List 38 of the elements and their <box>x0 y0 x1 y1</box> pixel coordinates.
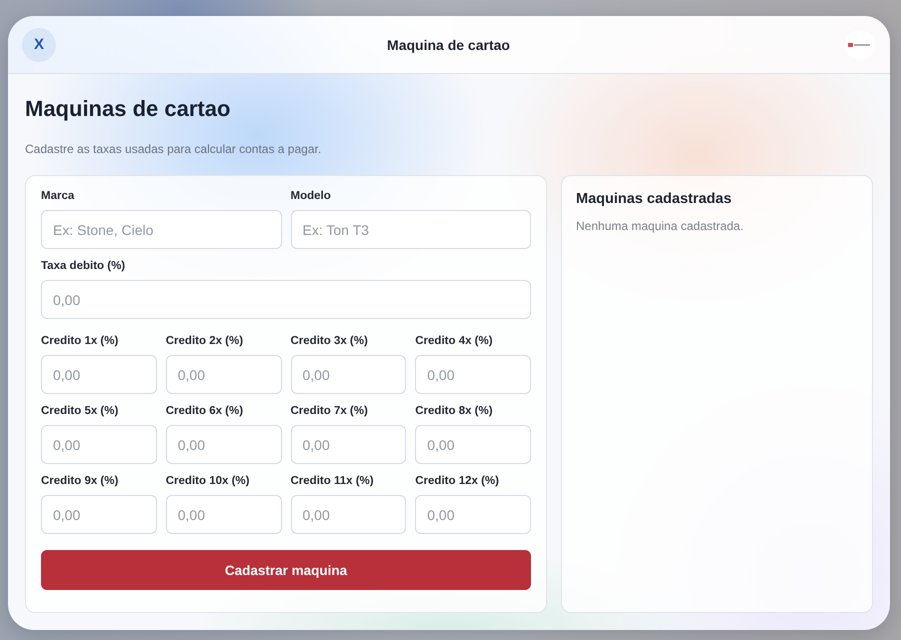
rate-field[interactable]: 0,00 <box>41 280 531 319</box>
rate-field[interactable]: 0,00 <box>41 425 157 464</box>
text-field[interactable]: Ex: Ton T3 <box>290 210 531 249</box>
field-label: Credito 8x (%) <box>415 404 494 419</box>
close-button[interactable]: X <box>22 28 56 62</box>
logo-icon <box>845 30 875 60</box>
field-label: Credito 12x (%) <box>415 474 500 489</box>
field-label: Credito 3x (%) <box>290 334 369 349</box>
rate-field[interactable]: 0,00 <box>290 495 406 534</box>
field-label: Credito 9x (%) <box>41 474 120 489</box>
rate-field[interactable]: 0,00 <box>166 495 282 534</box>
rate-field[interactable]: 0,00 <box>166 355 282 394</box>
field-label: Credito 2x (%) <box>166 334 244 349</box>
list-title: Maquinas cadastradas <box>576 190 733 208</box>
page-subtitle: Cadastre as taxas usadas para calcular contas a pagar. <box>25 141 322 157</box>
rate-field[interactable]: 0,00 <box>415 425 531 464</box>
field-label: Credito 5x (%) <box>41 404 120 419</box>
field-label: Credito 11x (%) <box>290 474 375 489</box>
field-label: Credito 1x (%) <box>41 334 120 349</box>
field-label: Credito 7x (%) <box>290 404 369 419</box>
rate-field[interactable]: 0,00 <box>41 355 157 394</box>
field-label: Modelo <box>290 189 332 204</box>
page-heading: Maquinas de cartao <box>25 95 232 123</box>
rate-field[interactable]: 0,00 <box>290 425 406 464</box>
rate-field[interactable]: 0,00 <box>41 495 157 534</box>
field-label: Credito 6x (%) <box>166 404 244 419</box>
empty-message: Nenhuma maquina cadastrada. <box>576 218 744 234</box>
rate-field[interactable]: 0,00 <box>290 355 406 394</box>
rate-field[interactable]: 0,00 <box>415 495 531 534</box>
field-label: Credito 10x (%) <box>166 474 250 489</box>
field-label: Taxa debito (%) <box>41 259 126 274</box>
rate-field[interactable]: 0,00 <box>415 355 531 394</box>
field-label: Marca <box>41 189 76 204</box>
window-title: Maquina de cartao <box>387 36 510 52</box>
text-field[interactable]: Ex: Stone, Cielo <box>41 210 282 249</box>
submit-button[interactable]: Cadastrar maquina <box>41 550 531 590</box>
rate-field[interactable]: 0,00 <box>166 425 282 464</box>
field-label: Credito 4x (%) <box>415 334 494 349</box>
